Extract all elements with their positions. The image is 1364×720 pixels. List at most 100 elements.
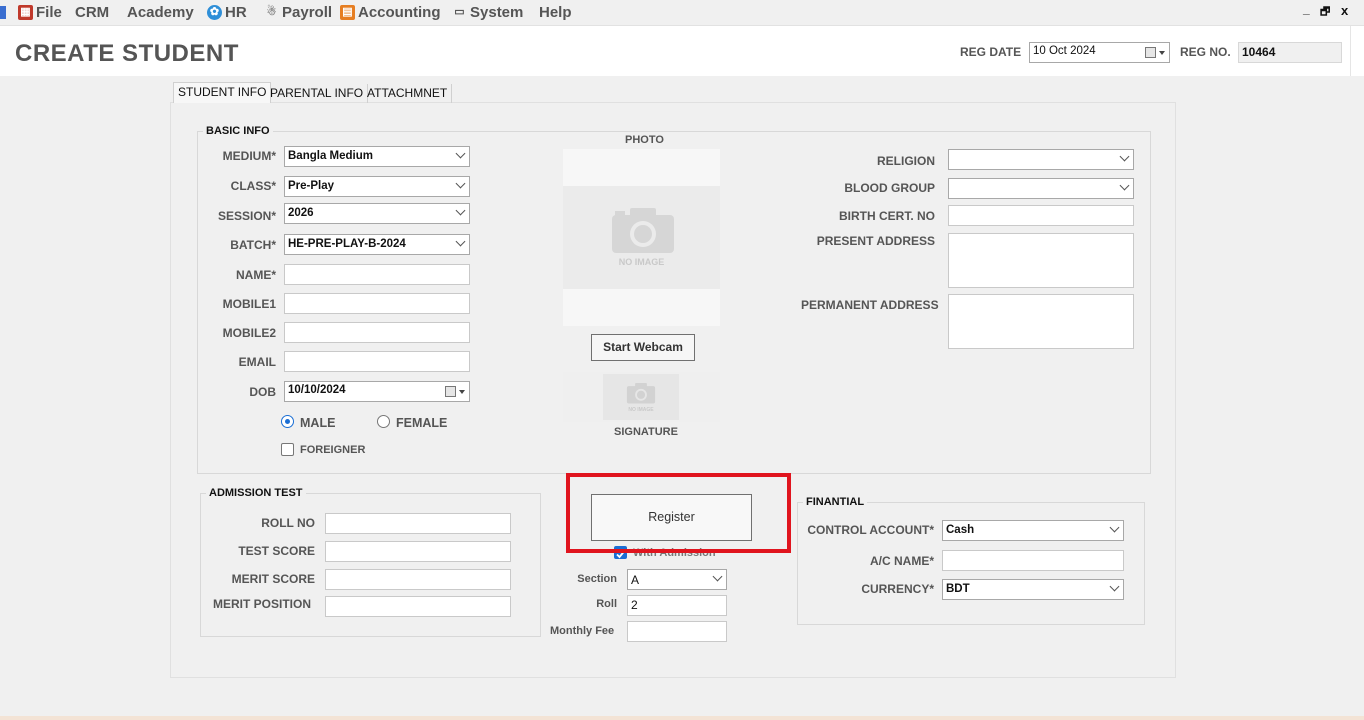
- signature-placeholder: NO IMAGE: [603, 374, 679, 420]
- currency-value: BDT: [946, 583, 970, 595]
- monthly-fee-label: Monthly Fee: [550, 625, 615, 637]
- foreigner-checkbox[interactable]: [281, 443, 294, 456]
- control-account-value: Cash: [946, 524, 975, 536]
- reg-date-value: 10 Oct 2024: [1033, 45, 1096, 57]
- medium-value: Bangla Medium: [288, 150, 373, 162]
- dob-picker[interactable]: 10/10/2024: [284, 381, 470, 402]
- currency-label: CURRENCY*: [861, 582, 934, 596]
- class-label: CLASS*: [230, 179, 276, 193]
- dob-value: 10/10/2024: [288, 384, 346, 396]
- section-label: Section: [577, 573, 617, 585]
- batch-label: BATCH*: [230, 238, 276, 252]
- session-select[interactable]: 2026: [284, 203, 470, 224]
- menu-help-label: Help: [539, 4, 572, 21]
- menu-help[interactable]: Help: [539, 4, 572, 21]
- test-score-input[interactable]: [325, 541, 511, 562]
- tab-attachment[interactable]: ATTACHMNET: [363, 84, 453, 103]
- menu-system-label: System: [470, 4, 524, 21]
- reg-date-label: REG DATE: [960, 45, 1022, 59]
- chevron-down-icon: [1109, 581, 1120, 592]
- menu-academy[interactable]: Academy: [127, 4, 194, 21]
- chevron-down-icon: [455, 178, 466, 189]
- merit-score-label: MERIT SCORE: [231, 572, 315, 586]
- control-account-select[interactable]: Cash: [942, 520, 1124, 541]
- camera-icon: [626, 383, 656, 404]
- section-select[interactable]: A: [627, 569, 727, 590]
- menu-system[interactable]: ▭ System: [452, 4, 523, 21]
- medium-label: MEDIUM*: [222, 149, 276, 163]
- chevron-down-icon: [1109, 522, 1120, 533]
- signature-no-image-text: NO IMAGE: [628, 407, 654, 413]
- scrollbar[interactable]: [1350, 26, 1364, 76]
- signature-box[interactable]: NO IMAGE: [563, 372, 720, 422]
- merit-position-input[interactable]: [325, 596, 511, 617]
- app-icon: ▦: [18, 5, 33, 20]
- permanent-address-label: PERMANENT ADDRESS: [801, 298, 939, 312]
- email-input[interactable]: [284, 351, 470, 372]
- female-radio[interactable]: [377, 415, 390, 428]
- present-address-textarea[interactable]: [948, 233, 1134, 288]
- close-button[interactable]: x: [1341, 3, 1348, 18]
- system-icon: ▭: [454, 6, 465, 18]
- roll-no-input[interactable]: [325, 513, 511, 534]
- merit-score-input[interactable]: [325, 569, 511, 590]
- reg-no-field[interactable]: 10464: [1238, 42, 1342, 63]
- ac-name-label: A/C NAME*: [869, 554, 934, 568]
- mobile2-input[interactable]: [284, 322, 470, 343]
- dob-label: DOB: [249, 385, 276, 399]
- mobile1-input[interactable]: [284, 293, 470, 314]
- menu-bar: ▦ File CRM Academy ✿ HR ☃ Payroll ▤ Acco…: [0, 0, 1364, 26]
- medium-select[interactable]: Bangla Medium: [284, 146, 470, 167]
- tab-parental-info[interactable]: PARENTAL INFO: [266, 84, 369, 103]
- menu-hr-label: HR: [225, 4, 247, 21]
- mobile2-label: MOBILE2: [222, 326, 276, 340]
- monthly-fee-input[interactable]: [627, 621, 727, 642]
- tab-student-info[interactable]: STUDENT INFO: [173, 82, 272, 103]
- chevron-down-icon: [1119, 151, 1130, 162]
- ac-name-input[interactable]: [942, 550, 1124, 571]
- start-webcam-button[interactable]: Start Webcam: [591, 334, 695, 361]
- menu-crm[interactable]: CRM: [75, 4, 109, 21]
- birth-cert-input[interactable]: [948, 205, 1134, 226]
- accounting-icon: ▤: [340, 5, 355, 20]
- section-value: A: [631, 573, 640, 587]
- batch-value: HE-PRE-PLAY-B-2024: [288, 238, 406, 250]
- male-radio[interactable]: [281, 415, 294, 428]
- photo-box[interactable]: NO IMAGE: [563, 149, 720, 326]
- menu-crm-label: CRM: [75, 4, 110, 21]
- chevron-down-icon: [1119, 180, 1130, 191]
- reg-date-picker[interactable]: 10 Oct 2024: [1029, 42, 1170, 63]
- page-title: CREATE STUDENT: [15, 40, 239, 67]
- roll-input[interactable]: 2: [627, 595, 727, 616]
- roll-no-label: ROLL NO: [261, 516, 315, 530]
- signature-label: SIGNATURE: [614, 426, 678, 438]
- batch-select[interactable]: HE-PRE-PLAY-B-2024: [284, 234, 470, 255]
- mobile1-label: MOBILE1: [222, 297, 276, 311]
- foreigner-label: FOREIGNER: [300, 444, 366, 456]
- permanent-address-textarea[interactable]: [948, 294, 1134, 349]
- menu-accounting[interactable]: ▤ Accounting: [340, 4, 441, 21]
- financial-heading: FINANTIAL: [803, 496, 868, 508]
- chevron-down-icon: [455, 236, 466, 247]
- currency-select[interactable]: BDT: [942, 579, 1124, 600]
- class-select[interactable]: Pre-Play: [284, 176, 470, 197]
- reg-no-label: REG NO.: [1180, 45, 1231, 59]
- birth-cert-label: BIRTH CERT. NO: [839, 209, 935, 223]
- male-label: MALE: [300, 416, 336, 430]
- roll-label: Roll: [596, 598, 617, 610]
- menu-hr[interactable]: ✿ HR: [207, 4, 247, 21]
- menu-file[interactable]: ▦ File: [18, 4, 62, 21]
- religion-select[interactable]: [948, 149, 1134, 170]
- camera-icon: [612, 208, 674, 253]
- chevron-down-icon: [455, 205, 466, 216]
- payroll-icon: ☃: [266, 6, 277, 18]
- register-highlight-box: [566, 473, 791, 553]
- restore-button[interactable]: 🗗: [1320, 3, 1330, 22]
- minimize-button[interactable]: _: [1303, 2, 1310, 16]
- name-input[interactable]: [284, 264, 470, 285]
- blood-group-select[interactable]: [948, 178, 1134, 199]
- menu-payroll[interactable]: ☃ Payroll: [264, 4, 332, 21]
- session-label: SESSION*: [217, 209, 276, 223]
- session-value: 2026: [288, 207, 314, 219]
- dropdown-arrow-icon: [459, 390, 465, 394]
